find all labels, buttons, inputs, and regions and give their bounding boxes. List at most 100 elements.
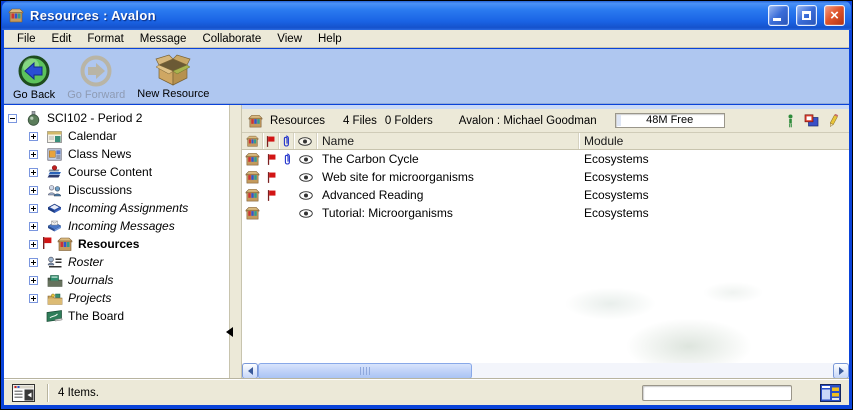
collapse-box-icon[interactable] [8, 114, 17, 123]
file-row[interactable]: Advanced Reading Ecosystems [242, 186, 849, 204]
close-button[interactable]: × [824, 5, 845, 26]
file-row[interactable]: Web site for microorganisms Ecosystems [242, 168, 849, 186]
layers-icon[interactable] [804, 114, 819, 127]
file-module: Ecosystems [579, 150, 849, 168]
column-viewed[interactable] [294, 133, 317, 149]
tree-item-label[interactable]: Incoming Assignments [68, 201, 188, 215]
tree-item-course-content[interactable]: Course Content [4, 163, 229, 181]
tree-item-label[interactable]: Calendar [68, 129, 117, 143]
tree-item-label[interactable]: Class News [68, 147, 131, 161]
incoming-messages-icon [46, 220, 63, 232]
maximize-button[interactable] [796, 5, 817, 26]
eye-icon [294, 204, 317, 222]
tree-item-label[interactable]: Journals [68, 273, 113, 287]
tree-item-journals[interactable]: Journals [4, 271, 229, 289]
file-name[interactable]: The Carbon Cycle [317, 150, 579, 168]
tree-item-label[interactable]: The Board [68, 309, 124, 323]
expand-box-icon[interactable] [29, 276, 38, 285]
app-window: Resources : Avalon × File Edit Format Me… [0, 0, 853, 410]
expand-box-icon[interactable] [29, 186, 38, 195]
horizontal-scrollbar[interactable] [242, 363, 849, 379]
new-resource-button[interactable]: New Resource [134, 53, 212, 101]
roster-icon [46, 256, 63, 269]
tree-item-class-news[interactable]: Class News [4, 145, 229, 163]
minimize-button[interactable] [768, 5, 789, 26]
column-attachment[interactable] [279, 133, 294, 149]
flag-icon [42, 237, 52, 252]
toggle-tree-panel-icon[interactable] [12, 384, 35, 402]
expand-box-icon[interactable] [29, 168, 38, 177]
tree-item-roster[interactable]: Roster [4, 253, 229, 271]
file-row[interactable]: The Carbon Cycle Ecosystems [242, 150, 849, 168]
tree-item-discussions[interactable]: Discussions [4, 181, 229, 199]
menu-format[interactable]: Format [79, 32, 131, 46]
tree-item-the-board[interactable]: The Board [4, 307, 229, 325]
expand-box-icon[interactable] [29, 150, 38, 159]
edit-pencil-icon[interactable] [828, 114, 839, 128]
background-watermark [537, 259, 782, 371]
tree-item-label[interactable]: Discussions [68, 183, 132, 197]
expand-box-icon[interactable] [29, 204, 38, 213]
tree-item-label[interactable]: Course Content [68, 165, 152, 179]
menu-bar: File Edit Format Message Collaborate Vie… [4, 30, 849, 48]
panel-title: Resources [270, 115, 325, 127]
flag-icon [263, 150, 279, 168]
menu-view[interactable]: View [269, 32, 310, 46]
menu-file[interactable]: File [9, 32, 44, 46]
expand-box-icon[interactable] [29, 132, 38, 141]
go-back-label: Go Back [13, 89, 55, 101]
column-item-icon[interactable] [242, 133, 263, 149]
eye-icon [294, 150, 317, 168]
scroll-right-button[interactable] [833, 363, 849, 379]
resource-box-icon [242, 150, 263, 168]
expand-box-icon[interactable] [29, 222, 38, 231]
tree-item-calendar[interactable]: Calendar [4, 127, 229, 145]
course-content-icon [46, 165, 63, 179]
tree-item-resources[interactable]: Resources [4, 235, 229, 253]
resources-panel-header: Resources 4 Files 0 Folders Avalon : Mic… [242, 109, 849, 133]
minimize-icon [773, 18, 781, 21]
column-module[interactable]: Module [579, 133, 849, 149]
free-space-label: 48M Free [646, 114, 693, 126]
go-back-button[interactable]: Go Back [10, 53, 58, 102]
tree-item-incoming-messages[interactable]: Incoming Messages [4, 217, 229, 235]
tree-item-incoming-assignments[interactable]: Incoming Assignments [4, 199, 229, 217]
scroll-right-icon [839, 367, 844, 375]
form-view-icon[interactable] [820, 384, 841, 402]
panel-splitter[interactable] [229, 105, 242, 379]
file-name[interactable]: Advanced Reading [317, 186, 579, 204]
menu-collaborate[interactable]: Collaborate [194, 32, 269, 46]
go-forward-button[interactable]: Go Forward [64, 53, 128, 102]
collapse-panel-arrow-icon[interactable] [226, 327, 233, 337]
expand-box-icon[interactable] [29, 294, 38, 303]
menu-message[interactable]: Message [132, 32, 195, 46]
journals-icon [46, 274, 63, 287]
column-name[interactable]: Name [317, 133, 579, 149]
resources-panel: Resources 4 Files 0 Folders Avalon : Mic… [242, 105, 849, 379]
user-presence-icon[interactable] [786, 114, 795, 128]
scroll-left-button[interactable] [242, 363, 258, 379]
expand-box-icon[interactable] [29, 258, 38, 267]
class-news-icon [46, 148, 63, 161]
file-name[interactable]: Web site for microorganisms [317, 168, 579, 186]
status-progress-area [642, 385, 792, 401]
title-bar[interactable]: Resources : Avalon × [2, 1, 851, 30]
file-row[interactable]: Tutorial: Microorganisms Ecosystems [242, 204, 849, 222]
tree-item-label[interactable]: Projects [68, 291, 111, 305]
eye-icon [298, 137, 312, 146]
file-name[interactable]: Tutorial: Microorganisms [317, 204, 579, 222]
tree-item-label[interactable]: Incoming Messages [68, 219, 175, 233]
expand-box-icon[interactable] [29, 240, 38, 249]
tree-item-projects[interactable]: Projects [4, 289, 229, 307]
new-resource-label: New Resource [137, 88, 209, 100]
tree-root[interactable]: SCI102 - Period 2 [4, 109, 229, 127]
paperclip-icon [279, 150, 294, 168]
server-user: Avalon : Michael Goodman [459, 115, 597, 127]
column-flag[interactable] [263, 133, 279, 149]
tree-item-label[interactable]: Resources [78, 237, 139, 251]
menu-help[interactable]: Help [310, 32, 350, 46]
tree-root-label[interactable]: SCI102 - Period 2 [47, 111, 142, 125]
scrollbar-thumb[interactable] [258, 363, 472, 379]
tree-item-label[interactable]: Roster [68, 255, 103, 269]
menu-edit[interactable]: Edit [44, 32, 80, 46]
